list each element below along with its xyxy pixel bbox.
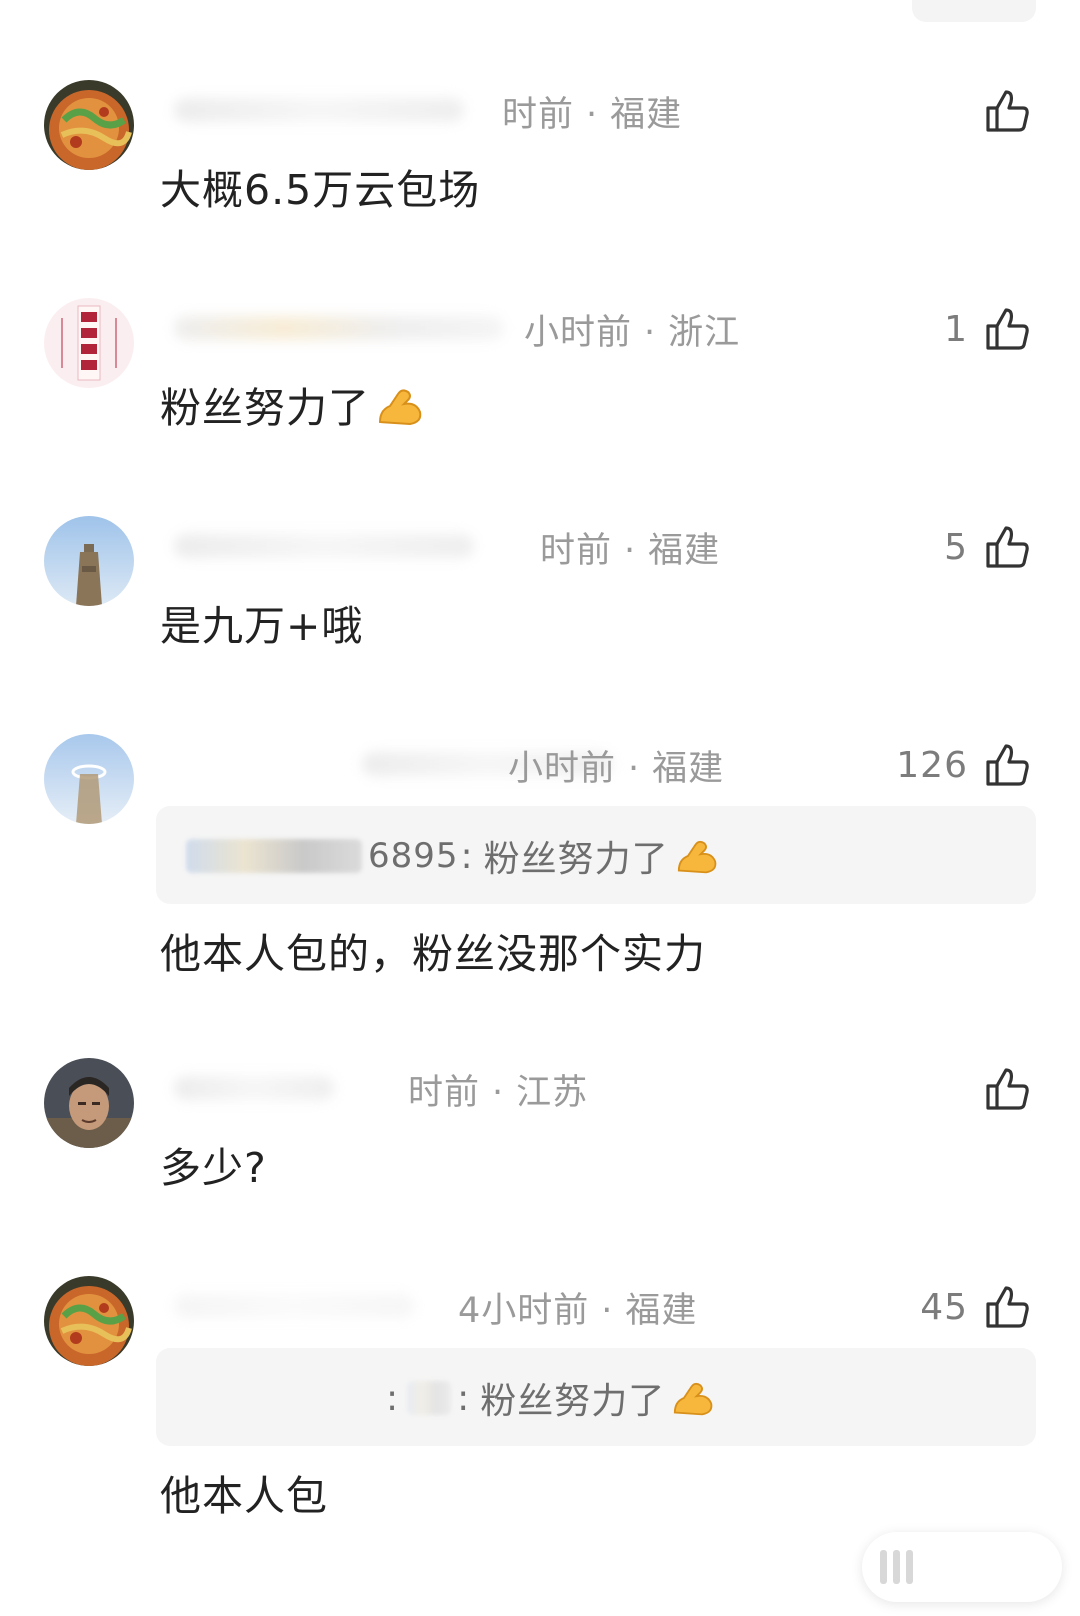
comment-time: 4小时前 bbox=[458, 1291, 590, 1331]
comment-text: 粉丝努力了 bbox=[160, 374, 424, 434]
comment-text-content: 粉丝努力了 bbox=[160, 384, 370, 432]
like-button[interactable]: 126 bbox=[896, 740, 1032, 790]
quoted-username-blurred bbox=[186, 839, 362, 873]
like-button[interactable]: 45 bbox=[920, 1282, 1032, 1332]
meta-separator: · bbox=[492, 1073, 505, 1113]
avatar[interactable] bbox=[44, 80, 134, 170]
quoted-separator: : bbox=[460, 835, 474, 877]
comment-meta-text: 小时前 · 福建 bbox=[508, 740, 724, 791]
like-button[interactable]: 5 bbox=[944, 522, 1032, 572]
avatar[interactable] bbox=[44, 516, 134, 606]
quoted-author: 6895 bbox=[368, 836, 459, 876]
comment-region: 福建 bbox=[625, 1291, 698, 1331]
flexed-biceps-icon bbox=[677, 840, 717, 874]
username-blurred[interactable] bbox=[174, 98, 464, 122]
comment-item: 小时前 · 福建 126 6895 : 粉丝努力了 他本人包的，粉丝没那个实力 bbox=[0, 734, 1080, 1014]
meta-separator: · bbox=[628, 749, 641, 789]
food-bowl-avatar-image bbox=[44, 1276, 134, 1366]
comment-text: 他本人包 bbox=[160, 1472, 328, 1520]
quoted-text: 粉丝努力了 bbox=[483, 839, 669, 880]
watermark-bar bbox=[906, 1550, 913, 1584]
comment-text: 他本人包的，粉丝没那个实力 bbox=[160, 930, 706, 978]
comment-region: 福建 bbox=[652, 749, 725, 789]
tower-avatar-image bbox=[44, 516, 134, 606]
thumbs-up-icon bbox=[986, 744, 1029, 786]
thumbs-up-icon bbox=[986, 526, 1029, 568]
comment-region: 江苏 bbox=[516, 1073, 589, 1113]
thumbs-up-icon bbox=[986, 308, 1029, 350]
comment-meta: 时前 · 福建 bbox=[162, 86, 1032, 136]
quoted-reply[interactable]: 6895 : 粉丝努力了 bbox=[156, 806, 1036, 904]
username-blurred[interactable] bbox=[174, 534, 474, 558]
like-button[interactable] bbox=[968, 1064, 1032, 1114]
comment-meta-text: 时前 · 江苏 bbox=[408, 1064, 588, 1115]
username-blurred[interactable] bbox=[174, 316, 504, 340]
food-bowl-avatar-image bbox=[44, 80, 134, 170]
quoted-separator: : bbox=[457, 1377, 471, 1419]
like-count: 1 bbox=[944, 308, 968, 350]
watermark-bar bbox=[893, 1550, 900, 1584]
watermark-bar bbox=[880, 1550, 887, 1584]
meta-separator: · bbox=[644, 313, 657, 353]
thumbs-up-icon bbox=[986, 1068, 1029, 1110]
comment-text: 是九万+哦 bbox=[160, 602, 364, 650]
top-pill bbox=[912, 0, 1036, 22]
man-portrait-avatar-image bbox=[44, 1058, 134, 1148]
thumbs-up-icon bbox=[986, 90, 1029, 132]
comment-meta: 小时前 · 浙江 1 bbox=[162, 304, 1032, 354]
comment-time: 小时前 bbox=[508, 749, 617, 789]
avatar[interactable] bbox=[44, 1276, 134, 1366]
quoted-reply[interactable]: : : 粉丝努力了 bbox=[156, 1348, 1036, 1446]
comment-item: 时前 · 福建 5 是九万+哦 bbox=[0, 516, 1080, 666]
comment-meta-text: 时前 · 福建 bbox=[502, 86, 682, 137]
quoted-text: 粉丝努力了 bbox=[480, 1381, 666, 1422]
comment-time: 小时前 bbox=[524, 313, 633, 353]
like-count: 5 bbox=[944, 526, 968, 568]
bottle-sky-avatar-image bbox=[44, 734, 134, 824]
comment-item: 小时前 · 浙江 1 粉丝努力了 bbox=[0, 298, 1080, 458]
comment-meta-text: 小时前 · 浙江 bbox=[524, 304, 740, 355]
avatar[interactable] bbox=[44, 1058, 134, 1148]
username-blurred[interactable] bbox=[174, 1076, 334, 1100]
thumbs-up-icon bbox=[986, 1286, 1029, 1328]
quoted-reply-content: : : 粉丝努力了 bbox=[386, 1372, 715, 1424]
quoted-reply-content: 6895 : 粉丝努力了 bbox=[186, 830, 719, 882]
comment-time: 时前 bbox=[408, 1073, 481, 1113]
comment-region: 浙江 bbox=[668, 313, 741, 353]
comment-region: 福建 bbox=[610, 95, 683, 135]
comment-region: 福建 bbox=[648, 531, 721, 571]
comment-item: 时前 · 福建 大概6.5万云包场 bbox=[0, 80, 1080, 230]
avatar[interactable] bbox=[44, 298, 134, 388]
avatar[interactable] bbox=[44, 734, 134, 824]
comment-item: 时前 · 江苏 多少? bbox=[0, 1058, 1080, 1208]
quoted-separator: : bbox=[386, 1377, 400, 1419]
flexed-biceps-icon bbox=[378, 389, 422, 426]
comment-meta: 4小时前 · 福建 45 bbox=[162, 1282, 1032, 1332]
calligraphy-avatar-image bbox=[44, 298, 134, 388]
quoted-username-blurred bbox=[407, 1381, 452, 1415]
flexed-biceps-icon bbox=[674, 1382, 713, 1416]
comment-meta: 时前 · 福建 5 bbox=[162, 522, 1032, 572]
comment-meta: 小时前 · 福建 126 bbox=[162, 740, 1032, 790]
like-count: 126 bbox=[896, 744, 968, 786]
meta-separator: · bbox=[586, 95, 599, 135]
comment-text: 大概6.5万云包场 bbox=[160, 166, 481, 214]
username-blurred[interactable] bbox=[174, 1294, 414, 1318]
meta-separator: · bbox=[624, 531, 637, 571]
like-count: 45 bbox=[920, 1286, 968, 1328]
comment-meta: 时前 · 江苏 bbox=[162, 1064, 1032, 1114]
comment-time: 时前 bbox=[502, 95, 575, 135]
comment-time: 时前 bbox=[540, 531, 613, 571]
comment-meta-text: 4小时前 · 福建 bbox=[458, 1282, 697, 1333]
comment-item: 4小时前 · 福建 45 : : 粉丝努力了 他本人包 bbox=[0, 1276, 1080, 1556]
floating-watermark-pill[interactable] bbox=[862, 1532, 1062, 1602]
like-button[interactable] bbox=[968, 86, 1032, 136]
comment-meta-text: 时前 · 福建 bbox=[540, 522, 720, 573]
comment-text: 多少? bbox=[160, 1144, 267, 1192]
meta-separator: · bbox=[601, 1291, 614, 1331]
like-button[interactable]: 1 bbox=[944, 304, 1032, 354]
